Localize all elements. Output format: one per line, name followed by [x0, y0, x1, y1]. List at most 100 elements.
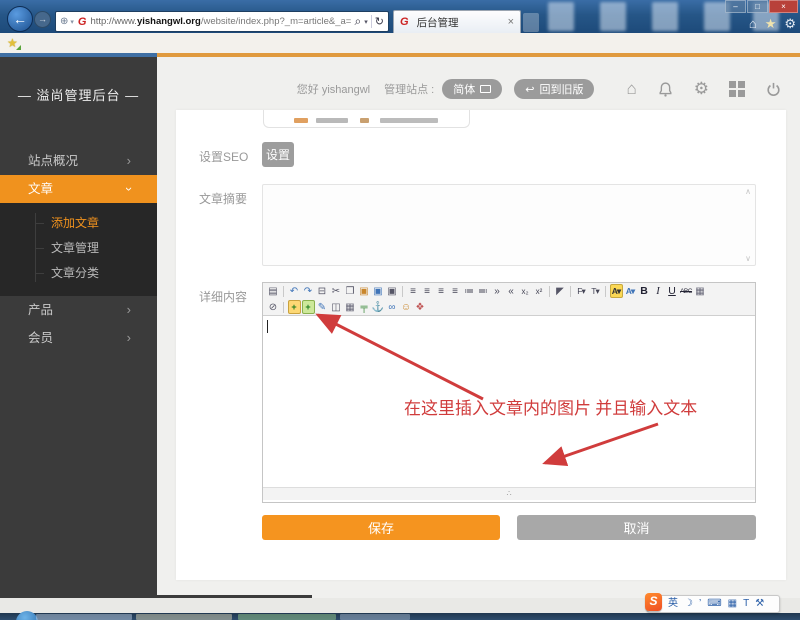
summary-label: 文章摘要: [199, 192, 248, 206]
site-favicon: G: [77, 15, 87, 28]
url-text[interactable]: http://www.yishangwl.org/website/index.p…: [90, 16, 350, 27]
start-button[interactable]: [16, 611, 38, 620]
italic-icon[interactable]: I: [652, 284, 665, 298]
bold-icon[interactable]: B: [638, 284, 651, 298]
print-icon[interactable]: ⊟: [316, 284, 329, 298]
save-button[interactable]: 保存: [262, 515, 500, 540]
redo-icon[interactable]: ↷: [302, 284, 315, 298]
font-size-icon[interactable]: T▾: [589, 284, 602, 298]
forward-button[interactable]: →: [34, 11, 51, 28]
underline-icon[interactable]: U: [666, 284, 679, 298]
insert-flash-icon[interactable]: +: [301, 300, 315, 314]
desktop-icon-blur: [548, 2, 574, 31]
taskbar-app-button[interactable]: [36, 614, 132, 620]
minimize-button[interactable]: –: [725, 0, 746, 13]
skin-icon[interactable]: T: [743, 596, 749, 612]
sidebar-item-articles[interactable]: 文章 ›: [0, 175, 157, 203]
fullscreen-icon[interactable]: ❖: [414, 300, 427, 314]
bg-color-icon[interactable]: A▾: [624, 284, 637, 298]
apps-grid-icon[interactable]: [729, 81, 745, 97]
align-right-icon[interactable]: ≡: [435, 284, 448, 298]
tab-close-icon[interactable]: ×: [508, 16, 514, 28]
insert-video-icon[interactable]: ◫: [330, 300, 343, 314]
ordered-list-icon[interactable]: ≔: [463, 284, 476, 298]
select-all-icon[interactable]: ◤: [554, 284, 567, 298]
language-pill-button[interactable]: 简体: [442, 79, 503, 99]
wrench-icon[interactable]: ⚒: [755, 596, 764, 612]
cancel-button[interactable]: 取消: [517, 515, 756, 540]
emoticon-icon[interactable]: ☺: [400, 300, 413, 314]
new-tab-button[interactable]: [523, 13, 539, 32]
align-center-icon[interactable]: ≡: [421, 284, 434, 298]
browser-favorites-icon[interactable]: ★: [765, 16, 777, 32]
undo-icon[interactable]: ↶: [288, 284, 301, 298]
address-bar[interactable]: ⊕ ▾ G http://www.yishangwl.org/website/i…: [55, 11, 389, 32]
keyboard-icon[interactable]: ⌨: [707, 596, 721, 612]
moon-icon[interactable]: ☽: [684, 596, 693, 612]
browser-tab[interactable]: G 后台管理 ×: [393, 10, 521, 33]
text-color-icon[interactable]: A▾: [609, 284, 623, 298]
bell-icon[interactable]: [657, 81, 674, 98]
refresh-icon[interactable]: ↻: [375, 15, 384, 28]
taskbar-app-button[interactable]: [136, 614, 232, 620]
insert-file-icon[interactable]: ✎: [316, 300, 329, 314]
compatibility-icon[interactable]: ⊕: [60, 16, 68, 27]
insert-table-icon[interactable]: ▦: [344, 300, 357, 314]
editor-resize-handle[interactable]: ∴: [263, 487, 755, 500]
scroll-down-icon[interactable]: ∨: [745, 254, 751, 263]
power-icon[interactable]: [765, 81, 782, 98]
browser-home-icon[interactable]: ⌂: [749, 16, 757, 32]
strike-icon[interactable]: ABC: [680, 284, 693, 298]
taskbar-app-button[interactable]: [340, 614, 410, 620]
add-favorite-icon[interactable]: ★: [7, 36, 21, 50]
copy-icon[interactable]: ❐: [344, 284, 357, 298]
seo-settings-button[interactable]: 设置: [262, 142, 294, 167]
search-icon[interactable]: ⌕: [355, 14, 362, 29]
search-caret-icon[interactable]: ▾: [364, 18, 368, 26]
justify-icon[interactable]: ≡: [449, 284, 462, 298]
scroll-up-icon[interactable]: ∧: [745, 187, 751, 196]
sidebar-item-products[interactable]: 产品 ›: [0, 296, 157, 324]
back-button[interactable]: ←: [7, 6, 33, 32]
anchor-icon[interactable]: ⚓: [372, 300, 385, 314]
sidebar-item-site-overview[interactable]: 站点概况 ›: [0, 147, 157, 175]
toolbox-icon[interactable]: ▦: [728, 596, 737, 612]
summary-textarea[interactable]: ∧ ∨: [262, 184, 756, 266]
sidebar-item-label: 产品: [28, 303, 54, 317]
paste-word-icon[interactable]: ▣: [372, 284, 385, 298]
paste-text-icon[interactable]: ▣: [386, 284, 399, 298]
back-to-old-version-button[interactable]: ↩ 回到旧版: [514, 79, 595, 99]
paste-icon[interactable]: ▣: [358, 284, 371, 298]
outdent-icon[interactable]: «: [505, 284, 518, 298]
font-family-icon[interactable]: F▾: [575, 284, 588, 298]
browser-tools-icon[interactable]: ⚙: [784, 16, 796, 32]
sidebar-item-members[interactable]: 会员 ›: [0, 324, 157, 352]
subscript-icon[interactable]: x₂: [519, 284, 532, 298]
windows-taskbar: [0, 611, 800, 620]
remove-format-icon[interactable]: ⊘: [267, 300, 280, 314]
horizontal-rule-icon[interactable]: ╤: [358, 300, 371, 314]
gear-icon[interactable]: ⚙: [693, 79, 709, 98]
punctuation-icon[interactable]: ’: [699, 596, 701, 612]
table-grid-icon[interactable]: ▦: [694, 284, 707, 298]
annotation-text: 在这里插入文章内的图片 并且输入文本: [404, 399, 698, 418]
source-icon[interactable]: ▤: [267, 284, 280, 298]
submenu-add-article[interactable]: 添加文章: [0, 211, 157, 236]
home-icon[interactable]: ⌂: [626, 80, 636, 97]
unordered-list-icon[interactable]: ≕: [477, 284, 490, 298]
superscript-icon[interactable]: x²: [533, 284, 546, 298]
taskbar-app-button[interactable]: [238, 614, 336, 620]
gear-glyph: ⚙: [693, 79, 709, 98]
insert-image-icon[interactable]: +: [287, 300, 301, 314]
compatibility-caret-icon[interactable]: ▾: [70, 18, 74, 26]
ime-mode-english[interactable]: 英: [668, 596, 678, 612]
submenu-article-category[interactable]: 文章分类: [0, 261, 157, 286]
submenu-article-manage[interactable]: 文章管理: [0, 236, 157, 261]
sogou-logo[interactable]: S: [645, 593, 662, 611]
indent-icon[interactable]: »: [491, 284, 504, 298]
align-left-icon[interactable]: ≡: [407, 284, 420, 298]
cut-icon[interactable]: ✂: [330, 284, 343, 298]
close-button[interactable]: ×: [769, 0, 798, 13]
link-icon[interactable]: ∞: [386, 300, 399, 314]
maximize-button[interactable]: □: [747, 0, 768, 13]
